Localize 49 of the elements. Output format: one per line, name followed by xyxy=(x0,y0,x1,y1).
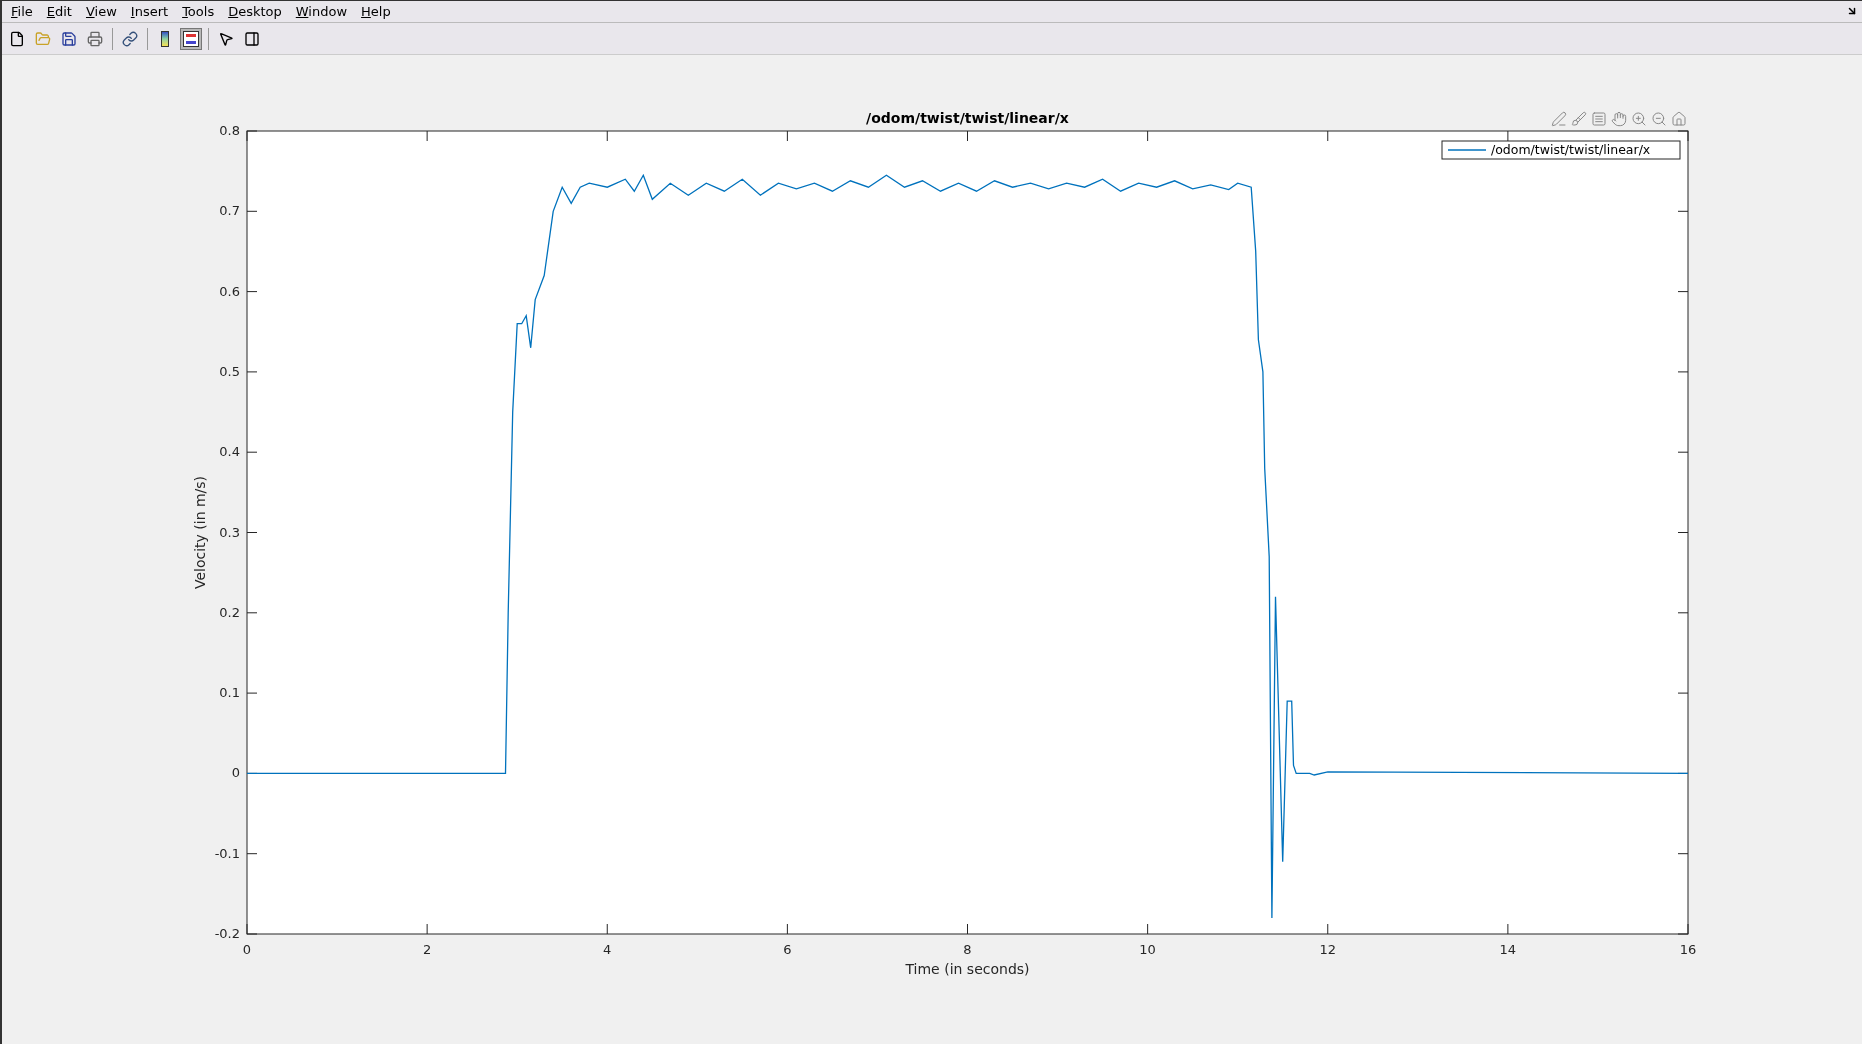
tick-label: 6 xyxy=(783,942,792,957)
zoom-out-icon[interactable] xyxy=(1650,110,1668,128)
menu-item[interactable]: Help xyxy=(356,5,396,18)
tick-label: 0.4 xyxy=(219,444,240,460)
menu-item[interactable]: File xyxy=(6,5,38,18)
legend-icon xyxy=(183,30,199,47)
tick-label: 12 xyxy=(1319,942,1336,957)
tick-label: 8 xyxy=(963,942,972,957)
menu-item[interactable]: Desktop xyxy=(223,5,287,18)
pan-hand-icon[interactable] xyxy=(1610,110,1628,128)
tick-label: 0.8 xyxy=(219,123,240,138)
tick-label: 0 xyxy=(231,765,240,781)
folder-icon xyxy=(35,30,51,47)
tick-label: 0.2 xyxy=(219,604,240,620)
legend-label: /odom/twist/twist/linear/x xyxy=(1491,142,1651,157)
tick-label: 0.7 xyxy=(219,203,240,219)
menu-item[interactable]: Window xyxy=(290,5,353,18)
menu-item[interactable]: Insert xyxy=(125,5,174,18)
tick-label: 16 xyxy=(1679,942,1697,957)
pointer-icon xyxy=(218,30,234,47)
colorbar-icon xyxy=(161,30,169,47)
new-file-icon xyxy=(9,30,25,47)
save-icon xyxy=(61,30,77,47)
menu-item[interactable]: View xyxy=(80,5,122,18)
tick-label: 0.1 xyxy=(219,685,240,701)
print-icon xyxy=(87,30,103,47)
tick-label: 10 xyxy=(1139,942,1156,957)
brush-icon[interactable] xyxy=(1570,110,1588,128)
tick-label: 0 xyxy=(242,942,252,957)
tick-label: 0.3 xyxy=(219,524,240,540)
tick-label: -0.1 xyxy=(214,845,240,861)
tick-label: 2 xyxy=(423,942,432,957)
undock-icon[interactable] xyxy=(1846,5,1858,17)
menu-item[interactable]: Edit xyxy=(41,5,77,18)
legend-line-sample xyxy=(1447,149,1487,151)
tick-label: 14 xyxy=(1499,942,1517,957)
link-icon xyxy=(122,30,138,47)
panel-icon xyxy=(244,30,260,47)
tick-label: 0.5 xyxy=(219,363,240,379)
y-axis-label: Velocity (in m/s) xyxy=(192,475,208,590)
zoom-in-icon[interactable] xyxy=(1630,110,1648,128)
x-axis-label: Time (in seconds) xyxy=(905,961,1030,977)
tick-label: 4 xyxy=(603,942,612,957)
legend-button[interactable] xyxy=(180,27,202,50)
tick-label: -0.2 xyxy=(214,926,240,941)
datatip-icon[interactable] xyxy=(1590,110,1608,128)
tick-label: 0.6 xyxy=(219,283,240,299)
chart-title: /odom/twist/twist/linear/x xyxy=(866,110,1069,126)
menu-item[interactable]: Tools xyxy=(177,5,220,18)
